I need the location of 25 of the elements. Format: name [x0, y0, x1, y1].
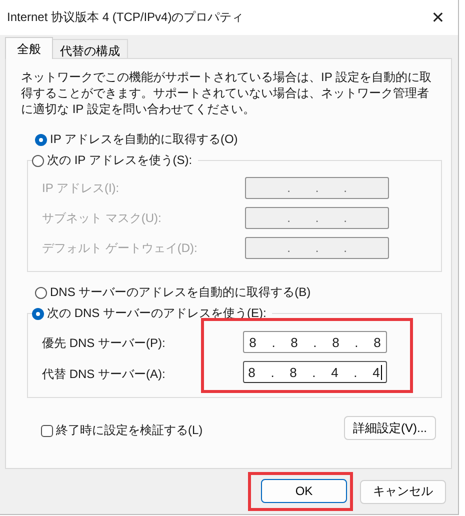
dialog-button[interactable]: OK	[261, 479, 347, 503]
field-label: IP アドレス(I):	[42, 180, 120, 196]
ip-address-field[interactable]: 8 . 8 . 8 . 8	[243, 331, 387, 353]
radio-button[interactable]	[32, 308, 44, 320]
tab[interactable]: 代替の構成	[52, 39, 128, 58]
radio-label: 次の IP アドレスを使う(S):	[47, 152, 192, 169]
advanced-button[interactable]: 詳細設定(V)...	[344, 416, 436, 440]
text-cursor	[380, 364, 382, 380]
radio-button[interactable]	[32, 154, 44, 166]
description-text: ネットワークでこの機能がサポートされている場合は、IP 設定を自動的に取得することができます。サポートされていない場合は、ネットワーク管理者に適切な IP 設定を問い合わせてください。	[21, 69, 432, 117]
field-label: 代替 DNS サーバー(A):	[42, 366, 166, 382]
window-title: Internet 协议版本 4 (TCP/IPv4)のプロパティ	[7, 9, 244, 26]
field-label: サブネット マスク(U):	[42, 210, 162, 226]
radio-button[interactable]	[35, 134, 47, 146]
close-button[interactable]: ✕	[418, 0, 458, 35]
radio-label: DNS サーバーのアドレスを自動的に取得する(B)	[50, 284, 311, 301]
dialog-button[interactable]: キャンセル	[360, 480, 446, 504]
field-label: 優先 DNS サーバー(P):	[42, 334, 166, 352]
checkbox[interactable]	[41, 424, 53, 436]
checkbox-label: 終了時に設定を検証する(L)	[56, 422, 203, 439]
tab[interactable]: 全般	[5, 37, 53, 59]
ip-address-field[interactable]: 8 . 8 . 4 . 4	[243, 361, 387, 383]
radio-button[interactable]	[35, 286, 47, 298]
field-label: デフォルト ゲートウェイ(D):	[42, 240, 198, 256]
radio-label: IP アドレスを自動的に取得する(O)	[50, 131, 238, 148]
